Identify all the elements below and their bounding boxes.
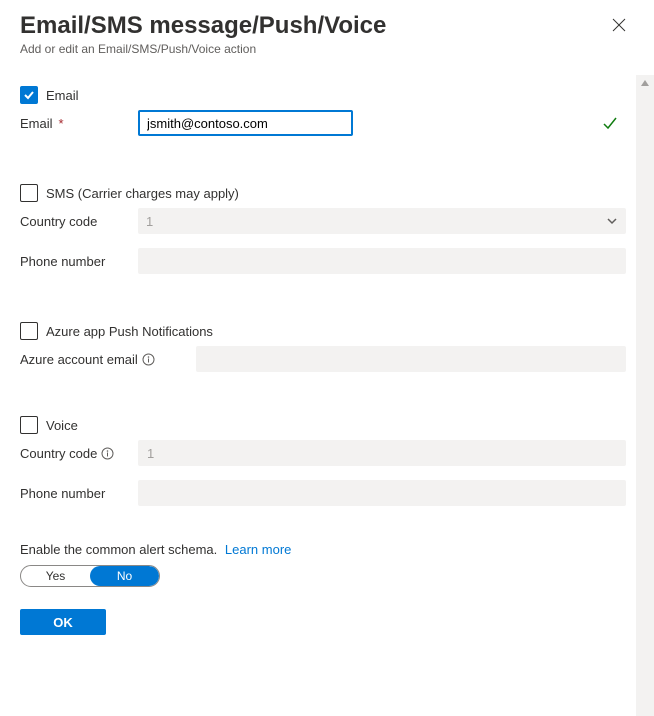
email-checkbox[interactable] bbox=[20, 86, 38, 104]
schema-label: Enable the common alert schema. bbox=[20, 542, 217, 557]
info-icon[interactable] bbox=[142, 353, 155, 366]
scrollbar-track[interactable] bbox=[636, 75, 654, 716]
sms-section: SMS (Carrier charges may apply) Country … bbox=[20, 184, 626, 274]
push-section: Azure app Push Notifications Azure accou… bbox=[20, 322, 626, 372]
voice-section: Voice Country code Phone number bbox=[20, 416, 626, 506]
voice-phone-label: Phone number bbox=[20, 486, 138, 501]
schema-toggle[interactable]: Yes No bbox=[20, 565, 160, 587]
toggle-no[interactable]: No bbox=[90, 566, 159, 586]
ok-button[interactable]: OK bbox=[20, 609, 106, 635]
sms-country-value: 1 bbox=[146, 214, 153, 229]
sms-country-label: Country code bbox=[20, 214, 138, 229]
panel-header: Email/SMS message/Push/Voice Add or edit… bbox=[20, 12, 626, 56]
sms-checkbox[interactable] bbox=[20, 184, 38, 202]
voice-country-input[interactable] bbox=[138, 440, 626, 466]
push-field-label: Azure account email bbox=[20, 352, 196, 367]
toggle-yes[interactable]: Yes bbox=[21, 566, 90, 586]
schema-row: Enable the common alert schema. Learn mo… bbox=[20, 542, 626, 587]
close-icon[interactable] bbox=[612, 18, 626, 32]
voice-country-label: Country code bbox=[20, 446, 138, 461]
voice-phone-input[interactable] bbox=[138, 480, 626, 506]
valid-check-icon bbox=[602, 115, 618, 131]
chevron-down-icon bbox=[606, 215, 618, 227]
page-subtitle: Add or edit an Email/SMS/Push/Voice acti… bbox=[20, 42, 626, 56]
push-checkbox-label: Azure app Push Notifications bbox=[46, 324, 213, 339]
sms-checkbox-label: SMS (Carrier charges may apply) bbox=[46, 186, 239, 201]
learn-more-link[interactable]: Learn more bbox=[225, 542, 291, 557]
voice-checkbox[interactable] bbox=[20, 416, 38, 434]
email-field-label: Email* bbox=[20, 116, 138, 131]
email-checkbox-label: Email bbox=[46, 88, 79, 103]
email-input[interactable] bbox=[138, 110, 353, 136]
sms-phone-input[interactable] bbox=[138, 248, 626, 274]
info-icon[interactable] bbox=[101, 447, 114, 460]
scroll-up-icon[interactable] bbox=[638, 75, 652, 91]
page-title: Email/SMS message/Push/Voice bbox=[20, 12, 626, 40]
sms-country-dropdown[interactable]: 1 bbox=[138, 208, 626, 234]
email-section: Email Email* bbox=[20, 86, 626, 136]
push-email-input[interactable] bbox=[196, 346, 626, 372]
sms-phone-label: Phone number bbox=[20, 254, 138, 269]
push-checkbox[interactable] bbox=[20, 322, 38, 340]
voice-checkbox-label: Voice bbox=[46, 418, 78, 433]
config-panel: Email/SMS message/Push/Voice Add or edit… bbox=[0, 0, 654, 716]
